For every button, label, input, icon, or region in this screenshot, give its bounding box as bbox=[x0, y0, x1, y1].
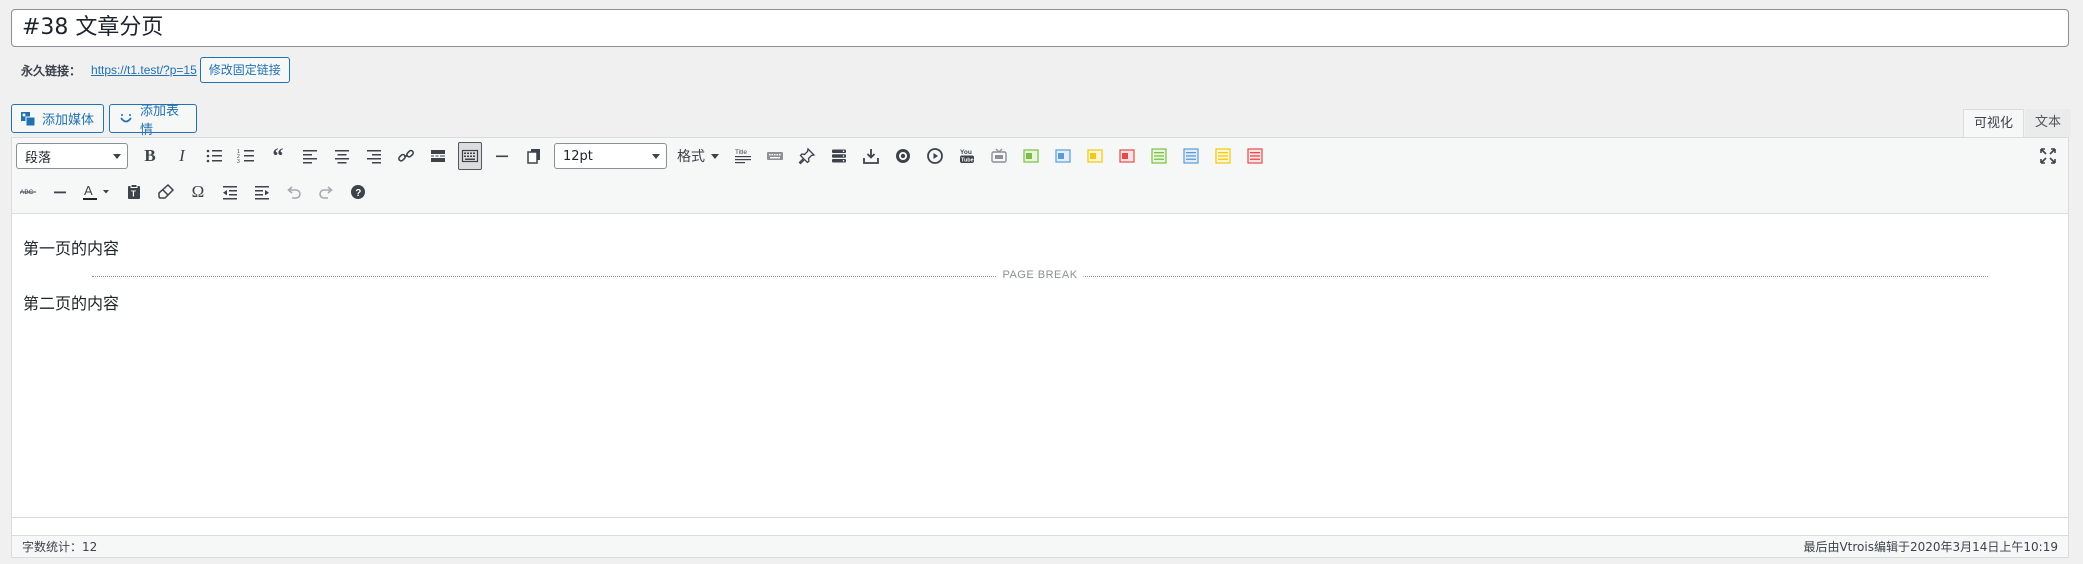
pin-icon[interactable] bbox=[795, 142, 819, 170]
toolbar-row-2: ABC A T Ω ? bbox=[16, 175, 378, 209]
play-icon[interactable] bbox=[923, 142, 947, 170]
svg-text:T: T bbox=[131, 190, 136, 199]
permalink-row: 永久链接： https://t1.test/?p=15 修改固定链接 bbox=[21, 56, 290, 84]
smile-icon bbox=[118, 111, 134, 127]
editor-toolbar: 段落 B I 123 “ 12pt 格式 Title You Tube A T … bbox=[12, 138, 2068, 214]
svg-text:?: ? bbox=[355, 188, 361, 199]
numbered-list-icon[interactable]: 123 bbox=[234, 142, 258, 170]
tab-text[interactable]: 文本 bbox=[2025, 109, 2072, 137]
paste-as-text-icon[interactable]: T bbox=[122, 178, 146, 206]
strikethrough-icon[interactable]: ABC bbox=[16, 178, 40, 206]
last-edited-info: 最后由Vtrois编辑于2020年3月14日上午10:19 bbox=[1803, 540, 2058, 554]
keyboard-icon[interactable] bbox=[763, 142, 787, 170]
indent-icon[interactable] bbox=[250, 178, 274, 206]
chevron-down-icon bbox=[113, 153, 121, 159]
text-color-icon[interactable]: A bbox=[80, 178, 114, 206]
svg-text:Tube: Tube bbox=[961, 158, 974, 164]
editor: 段落 B I 123 “ 12pt 格式 Title You Tube A T … bbox=[11, 137, 2069, 558]
blue-list-icon[interactable] bbox=[1179, 142, 1203, 170]
clear-formatting-icon[interactable] bbox=[154, 178, 178, 206]
add-media-label: 添加媒体 bbox=[42, 113, 95, 128]
horizontal-line-icon[interactable] bbox=[490, 142, 514, 170]
page-break-label: PAGE BREAK bbox=[996, 269, 1084, 281]
fullscreen-icon[interactable] bbox=[2038, 146, 2058, 166]
chevron-down-icon bbox=[711, 153, 719, 159]
yellow-list-icon[interactable] bbox=[1211, 142, 1235, 170]
align-center-icon[interactable] bbox=[330, 142, 354, 170]
permalink-label: 永久链接： bbox=[21, 63, 82, 78]
toolbar-row-1: 段落 B I 123 “ 12pt 格式 Title You Tube bbox=[16, 139, 1275, 173]
add-emoji-label: 添加表情 bbox=[140, 103, 180, 138]
red-list-icon[interactable] bbox=[1243, 142, 1267, 170]
yellow-box-icon[interactable] bbox=[1083, 142, 1107, 170]
undo-icon[interactable] bbox=[282, 178, 306, 206]
special-character-icon[interactable]: Ω bbox=[186, 178, 210, 206]
add-media-button[interactable]: 添加媒体 bbox=[11, 104, 104, 133]
green-box-icon[interactable] bbox=[1019, 142, 1043, 170]
tv-icon[interactable] bbox=[987, 142, 1011, 170]
format-menu-label: 格式 bbox=[677, 149, 705, 165]
font-size-select[interactable]: 12pt bbox=[554, 143, 667, 169]
link-icon[interactable] bbox=[394, 142, 418, 170]
chevron-down-icon bbox=[652, 153, 660, 159]
svg-text:You: You bbox=[960, 149, 972, 156]
align-left-icon[interactable] bbox=[298, 142, 322, 170]
copy-icon[interactable] bbox=[522, 142, 546, 170]
editor-resize-area[interactable] bbox=[12, 517, 2068, 535]
server-icon[interactable] bbox=[827, 142, 851, 170]
blue-box-icon[interactable] bbox=[1051, 142, 1075, 170]
read-more-icon[interactable] bbox=[426, 142, 450, 170]
svg-text:3: 3 bbox=[237, 159, 240, 165]
help-icon[interactable]: ? bbox=[346, 178, 370, 206]
page-break: PAGE BREAK bbox=[92, 269, 1988, 281]
camera-icon[interactable] bbox=[891, 142, 915, 170]
svg-text:A: A bbox=[84, 183, 93, 198]
bold-icon[interactable]: B bbox=[138, 142, 162, 170]
horizontal-rule-icon[interactable] bbox=[48, 178, 72, 206]
add-emoji-button[interactable]: 添加表情 bbox=[109, 104, 197, 138]
align-right-icon[interactable] bbox=[362, 142, 386, 170]
redo-icon[interactable] bbox=[314, 178, 338, 206]
word-count: 字数统计：12 bbox=[22, 540, 98, 554]
youtube-icon[interactable]: You Tube bbox=[955, 142, 979, 170]
editor-status-bar: 字数统计：12 最后由Vtrois编辑于2020年3月14日上午10:19 bbox=[12, 535, 2068, 557]
italic-icon[interactable]: I bbox=[170, 142, 194, 170]
page-2-paragraph: 第二页的内容 bbox=[23, 294, 120, 313]
format-menu[interactable]: 格式 bbox=[677, 146, 719, 166]
blockquote-icon[interactable]: “ bbox=[266, 142, 290, 170]
edit-permalink-button[interactable]: 修改固定链接 bbox=[199, 57, 290, 83]
editor-content[interactable]: 第一页的内容 PAGE BREAK 第二页的内容 bbox=[12, 215, 2068, 520]
toolbar-toggle-icon[interactable] bbox=[458, 142, 482, 170]
tab-visual[interactable]: 可视化 bbox=[1963, 109, 2025, 137]
download-icon[interactable] bbox=[859, 142, 883, 170]
svg-text:Title: Title bbox=[735, 149, 747, 156]
bulleted-list-icon[interactable] bbox=[202, 142, 226, 170]
permalink-url[interactable]: https://t1.test/?p=15 bbox=[91, 63, 197, 77]
font-size-value: 12pt bbox=[563, 148, 593, 164]
green-list-icon[interactable] bbox=[1147, 142, 1171, 170]
paragraph-format-select[interactable]: 段落 bbox=[16, 143, 128, 169]
page-1-paragraph: 第一页的内容 bbox=[23, 239, 120, 258]
outdent-icon[interactable] bbox=[218, 178, 242, 206]
paragraph-select-value: 段落 bbox=[25, 150, 52, 166]
post-title-input[interactable]: #38 文章分页 bbox=[11, 9, 2069, 47]
media-icon bbox=[20, 111, 36, 127]
red-box-icon[interactable] bbox=[1115, 142, 1139, 170]
title-icon[interactable]: Title bbox=[731, 142, 755, 170]
